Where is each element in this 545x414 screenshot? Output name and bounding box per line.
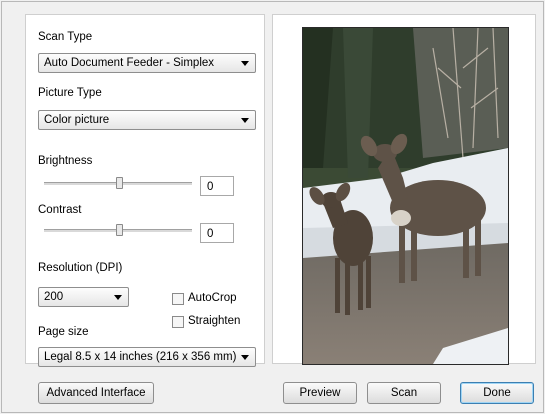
contrast-label: Contrast: [38, 204, 82, 216]
scan-type-value: Auto Document Feeder - Simplex: [44, 57, 215, 69]
brightness-input[interactable]: 0: [200, 176, 234, 196]
autocrop-checkbox[interactable]: [172, 293, 184, 305]
scan-button[interactable]: Scan: [367, 382, 441, 404]
picture-type-label: Picture Type: [38, 87, 102, 99]
autocrop-label: AutoCrop: [188, 292, 237, 304]
chevron-down-icon: [241, 355, 249, 360]
resolution-select[interactable]: 200: [38, 287, 129, 307]
advanced-interface-button[interactable]: Advanced Interface: [38, 382, 154, 404]
page-size-value: Legal 8.5 x 14 inches (216 x 356 mm): [44, 351, 237, 363]
deer-photo: [302, 27, 509, 365]
done-button[interactable]: Done: [460, 382, 534, 404]
page-size-select[interactable]: Legal 8.5 x 14 inches (216 x 356 mm): [38, 347, 256, 367]
contrast-input[interactable]: 0: [200, 223, 234, 243]
deer-photo-image: [303, 28, 508, 364]
straighten-checkbox[interactable]: [172, 316, 184, 328]
straighten-label: Straighten: [188, 315, 241, 327]
page-size-label: Page size: [38, 326, 89, 338]
picture-type-value: Color picture: [44, 114, 110, 126]
chevron-down-icon: [241, 118, 249, 123]
preview-button[interactable]: Preview: [283, 382, 357, 404]
contrast-slider-thumb[interactable]: [116, 224, 123, 236]
resolution-value: 200: [44, 291, 64, 303]
brightness-label: Brightness: [38, 155, 93, 167]
picture-type-select[interactable]: Color picture: [38, 110, 256, 130]
chevron-down-icon: [114, 295, 122, 300]
brightness-slider-thumb[interactable]: [116, 177, 123, 189]
scan-type-label: Scan Type: [38, 31, 93, 43]
scan-type-select[interactable]: Auto Document Feeder - Simplex: [38, 53, 256, 73]
resolution-label: Resolution (DPI): [38, 262, 123, 274]
chevron-down-icon: [241, 61, 249, 66]
